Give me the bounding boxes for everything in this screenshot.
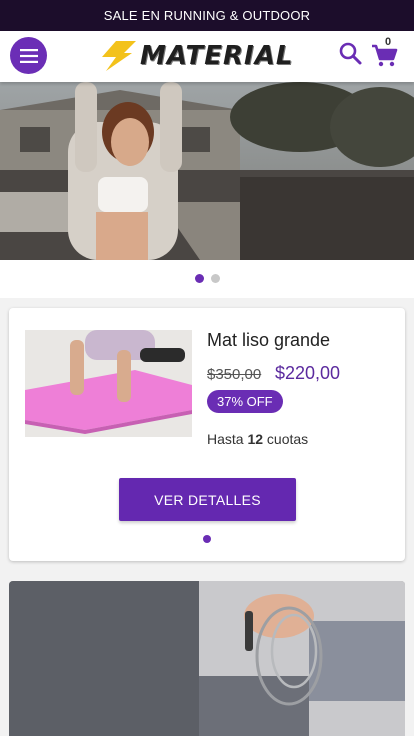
slider-dot-1[interactable] [195,274,204,283]
slider-pagination [0,260,414,298]
brand-name: MATERIAL [140,41,294,71]
product-image[interactable] [25,330,192,437]
woman-stretching-outdoor-photo [0,82,414,260]
sale-price: $220,00 [275,363,341,383]
hero-slider[interactable] [0,82,414,260]
installments-count: 12 [247,431,264,447]
slider-dot-2[interactable] [211,274,220,283]
search-icon [339,42,362,65]
brand-logo[interactable]: MATERIAL [102,39,302,73]
menu-button[interactable] [10,37,47,74]
hamburger-menu-icon [19,48,38,63]
yoga-mat-photo [25,330,192,437]
installments-text: Hasta 12 cuotas [207,431,309,447]
lightning-bolt-icon [102,41,136,71]
card-pagination-dot[interactable] [203,535,211,543]
jump-rope-photo [9,581,405,736]
original-price: $350,00 [207,366,262,383]
promo-banner[interactable] [9,581,405,736]
cart-count-badge: 0 [385,36,392,48]
header: MATERIAL 0 [0,31,414,82]
view-details-button[interactable]: VER DETALLES [119,478,296,521]
product-name[interactable]: Mat liso grande [207,330,330,351]
product-card[interactable]: Mat liso grande $350,00 $220,00 37% OFF … [9,308,405,561]
promo-bar: SALE EN RUNNING & OUTDOOR [0,0,414,31]
search-button[interactable] [337,40,365,68]
promo-text: SALE EN RUNNING & OUTDOOR [103,8,311,23]
discount-badge: 37% OFF [207,390,283,413]
